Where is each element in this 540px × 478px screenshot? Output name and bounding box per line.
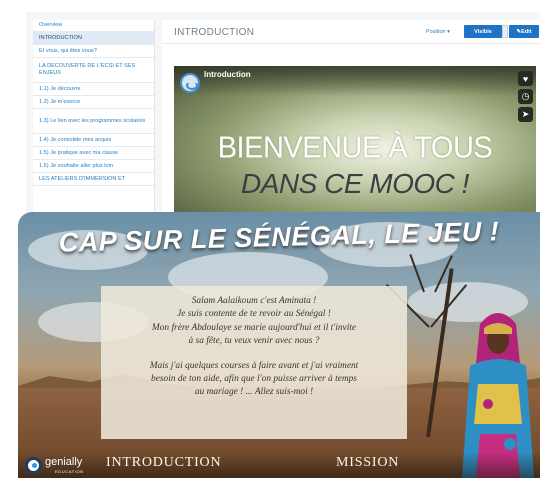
- edit-label: Edit: [521, 28, 532, 35]
- lms-panel: Overview INTRODUCTION Et vous, qui êtes vo…: [26, 12, 540, 217]
- video-subheadline: DANS CE MOOC !: [241, 168, 469, 199]
- sidebar-item[interactable]: INTRODUCTION: [33, 32, 154, 45]
- sidebar-item[interactable]: 1.1) Je découvre: [33, 83, 154, 96]
- sidebar-item[interactable]: 1.4) Je consolide mes acquis: [33, 134, 154, 147]
- course-sidebar: Overview INTRODUCTION Et vous, qui êtes vo…: [33, 20, 155, 217]
- sidebar-item[interactable]: Et vous, qui êtes vous?: [33, 45, 154, 58]
- nav-introduction[interactable]: INTRODUCTION: [106, 455, 221, 471]
- dialog-box: Salam Aalaikoum c'est Aminata ! Je suis …: [101, 286, 407, 439]
- video-title[interactable]: Introduction: [204, 70, 251, 79]
- sidebar-item[interactable]: LA DECOUVERTE DE L'ECSI ET SES ENJEUX: [33, 58, 154, 83]
- genially-game: CAP SUR LE SÉNÉGAL, LE JEU ! Salam Aalai…: [18, 212, 540, 478]
- dialog-line: Salam Aalaikoum c'est Aminata !: [191, 296, 317, 306]
- content-area: INTRODUCTION Position ▾ Visible ✎ Edit I…: [162, 20, 540, 217]
- send-icon[interactable]: ➤: [518, 107, 533, 122]
- channel-avatar[interactable]: [180, 73, 200, 93]
- sidebar-item[interactable]: LES ATELIERS D'IMMERSION ET: [33, 173, 154, 186]
- heart-icon[interactable]: ♥: [518, 71, 533, 86]
- dialog-line: Mon frère Abdoulaye se marie aujourd'hui…: [151, 322, 357, 333]
- position-dropdown[interactable]: Position ▾: [426, 29, 450, 35]
- brand-subtitle: EDUCATION: [55, 469, 84, 474]
- sidebar-item[interactable]: 1.2) Je m'exerce: [33, 96, 154, 109]
- sidebar-item[interactable]: 1.5) Je pratique avec ma classe: [33, 147, 154, 160]
- sidebar-item[interactable]: 1.6) Je souhaite aller plus loin: [33, 160, 154, 173]
- caret-down-icon: ▾: [447, 29, 450, 35]
- position-label: Position: [426, 29, 446, 35]
- dialog-line: besoin de ton aide, afin que l'on puisse…: [151, 374, 357, 385]
- page-title: INTRODUCTION: [174, 27, 255, 38]
- dialog-line: Je suis contente de te revoir au Sénégal…: [177, 309, 331, 320]
- dialog-line: au mariage ! ... Allez suis-moi !: [194, 387, 314, 398]
- edit-button[interactable]: ✎ Edit: [509, 25, 539, 38]
- genially-logo: [25, 457, 42, 474]
- sidebar-item[interactable]: Overview: [33, 20, 154, 32]
- dialog-line: Mais j'ai quelques courses à faire avant…: [149, 360, 359, 371]
- sidebar-item[interactable]: 1.3) Le lien avec les programmes scolair…: [33, 109, 154, 134]
- visible-button[interactable]: Visible: [464, 25, 502, 38]
- footer-bar: [18, 452, 540, 478]
- video-headline: BIENVENUE À TOUS: [217, 131, 493, 165]
- intro-video[interactable]: Introduction ♥ ◷ ➤ BIENVENUE À TOUS DANS…: [174, 66, 536, 217]
- visibility-toggle[interactable]: [502, 25, 508, 38]
- brand-name: genially: [45, 456, 83, 468]
- nav-mission[interactable]: MISSION: [336, 455, 399, 471]
- clock-icon[interactable]: ◷: [518, 89, 533, 104]
- content-header: INTRODUCTION Position ▾ Visible ✎ Edit: [162, 20, 540, 44]
- screenshot-root: Overview INTRODUCTION Et vous, qui êtes vo…: [0, 0, 540, 478]
- dialog-line: à sa fête, tu veux venir avec nous ?: [188, 336, 320, 347]
